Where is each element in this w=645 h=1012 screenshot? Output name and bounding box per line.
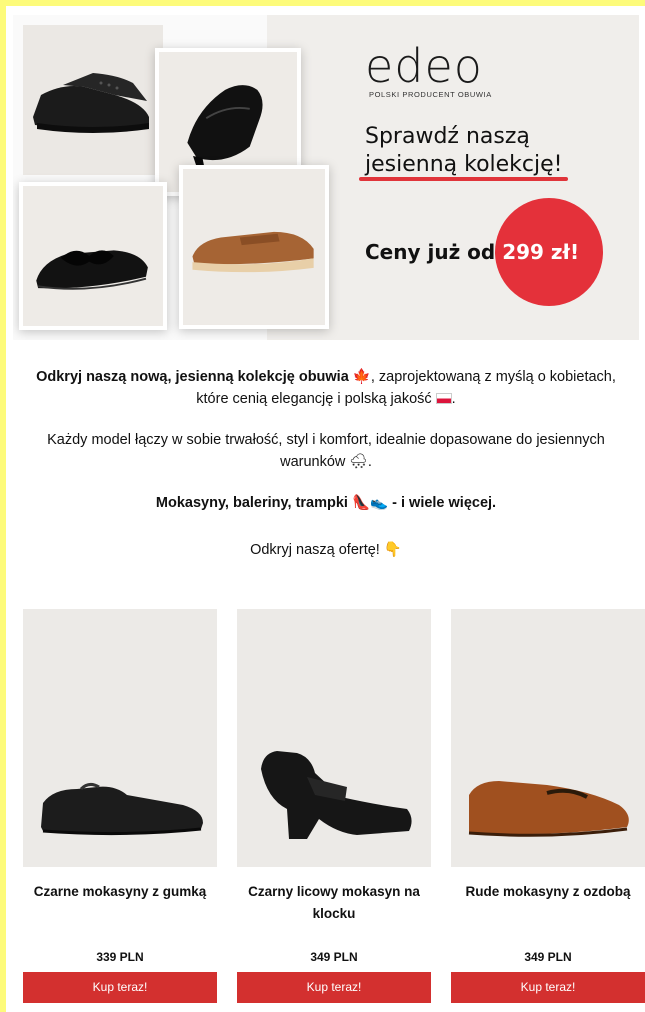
hero-sneaker-photo bbox=[23, 25, 163, 175]
product-price: 339 PLN bbox=[96, 950, 144, 964]
email-body: edeo POLSKI PRODUCENT OBUWIA Sprawdź nas… bbox=[6, 6, 645, 1012]
hero-headline: Sprawdź naszą jesienną kolekcję! bbox=[358, 123, 569, 181]
brand-tagline: POLSKI PRODUCENT OBUWIA bbox=[369, 90, 492, 99]
polish-flag-icon bbox=[435, 393, 452, 404]
price-banner: Ceny już od 299 zł! bbox=[365, 240, 579, 264]
intro-categories: Mokasyny, baleriny, trampki bbox=[155, 495, 348, 511]
price-value: 299 zł! bbox=[502, 240, 580, 264]
intro-paragraph-4: Odkryj naszą ofertę! 👇 bbox=[26, 539, 626, 561]
intro-period: . bbox=[451, 391, 456, 407]
hero-banner[interactable]: edeo POLSKI PRODUCENT OBUWIA Sprawdź nas… bbox=[13, 15, 639, 340]
buy-now-button[interactable]: Kup teraz! bbox=[237, 972, 431, 1003]
product-image[interactable] bbox=[237, 609, 431, 867]
intro-period-2: . bbox=[367, 454, 372, 470]
snow-cloud-icon: 🌨 bbox=[349, 454, 368, 470]
pointing-down-icon: 👇 bbox=[383, 542, 402, 558]
hero-bow-loafer-photo bbox=[19, 182, 167, 330]
intro-paragraph-1: Odkryj naszą nową, jesienną kolekcję obu… bbox=[26, 366, 626, 410]
product-image[interactable] bbox=[451, 609, 645, 867]
brand-logo[interactable]: edeo bbox=[365, 43, 483, 89]
intro-paragraph-2: Każdy model łączy w sobie trwałość, styl… bbox=[26, 429, 626, 473]
buy-now-button[interactable]: Kup teraz! bbox=[23, 972, 217, 1003]
headline-line-2: jesienną kolekcję! bbox=[358, 152, 569, 181]
product-image[interactable] bbox=[23, 609, 217, 867]
maple-leaf-icon: 🍁 bbox=[352, 369, 371, 385]
intro-text-2: Każdy model łączy w sobie trwałość, styl… bbox=[47, 432, 605, 470]
product-name[interactable]: Czarny licowy mokasyn na klocku bbox=[237, 881, 431, 925]
intro-more: - i wiele więcej. bbox=[388, 495, 497, 511]
intro-bold: Odkryj naszą nową, jesienną kolekcję obu… bbox=[36, 369, 349, 385]
product-name[interactable]: Czarne mokasyny z gumką bbox=[23, 881, 217, 903]
product-price: 349 PLN bbox=[310, 950, 358, 964]
hero-suede-loafer-photo bbox=[179, 165, 329, 329]
price-prefix: Ceny już od bbox=[365, 240, 496, 264]
heel-sneaker-icon: 👠👟 bbox=[351, 495, 389, 511]
headline-line-1: Sprawdź naszą bbox=[365, 124, 530, 149]
product-name[interactable]: Rude mokasyny z ozdobą bbox=[451, 881, 645, 903]
buy-now-button[interactable]: Kup teraz! bbox=[451, 972, 645, 1003]
intro-paragraph-3: Mokasyny, baleriny, trampki 👠👟 - i wiele… bbox=[26, 492, 626, 514]
intro-cta-text: Odkryj naszą ofertę! bbox=[250, 542, 380, 558]
product-price: 349 PLN bbox=[524, 950, 572, 964]
